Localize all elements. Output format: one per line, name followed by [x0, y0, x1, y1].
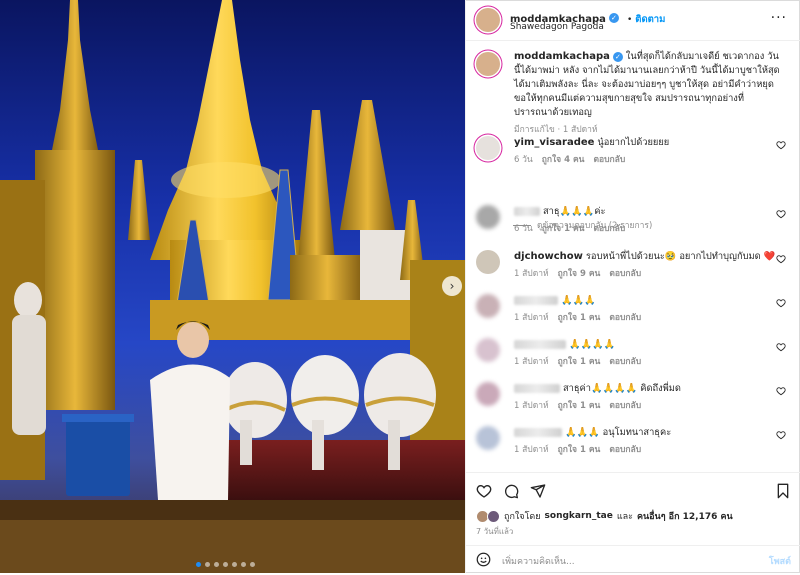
author-avatar[interactable]	[476, 8, 500, 32]
comment-time: 1 สัปดาห์	[514, 269, 549, 279]
comment-icon[interactable]	[503, 483, 519, 499]
liked-mid: และ	[616, 512, 633, 522]
carousel-dot	[223, 562, 228, 567]
comment-username[interactable]: yim_visaradee	[514, 137, 594, 148]
caption-username[interactable]: moddamkachapa	[514, 51, 610, 62]
comment-username[interactable]: djchowchow	[514, 251, 583, 262]
post-header: moddamkachapa ✓ • ติดตาม Shawedagon Pagoda…	[466, 0, 800, 41]
comment-text: สาธุค่า🙏🙏🙏🙏 คิดถึงพี่มด	[562, 383, 681, 394]
blurred-username	[514, 384, 560, 393]
carousel-dot	[232, 562, 237, 567]
liked-others[interactable]: คนอื่นๆ อีก 12,176 คน	[637, 509, 733, 523]
liked-user[interactable]: songkarn_tae	[545, 511, 613, 521]
commenter-avatar[interactable]	[476, 382, 500, 406]
carousel-indicator	[196, 562, 255, 567]
reply-button[interactable]: ตอบกลับ	[593, 155, 625, 165]
commenter-avatar[interactable]	[476, 338, 500, 362]
reply-button[interactable]: ตอบกลับ	[609, 269, 641, 279]
comment-time: 1 สัปดาห์	[514, 357, 549, 367]
reply-button[interactable]: ตอบกลับ	[609, 313, 641, 323]
heart-icon[interactable]	[776, 140, 786, 150]
reply-button[interactable]: ตอบกลับ	[593, 224, 625, 234]
post-time: 7 วันที่แล้ว	[476, 527, 514, 536]
commenter-avatar[interactable]	[476, 205, 500, 229]
comment-item: djchowchow รอบหน้าพี่ไปด้วยนะ🥹 อยากไปทำบ…	[476, 250, 786, 290]
chevron-right-icon: ›	[449, 279, 455, 293]
blurred-username	[514, 296, 558, 305]
comment-time: 6 วัน	[514, 224, 533, 234]
comment-item: 🙏🙏🙏 อนุโมทนาสาธุคะ 1 สัปดาห์ ถูกใจ 1 คน ตอ…	[476, 426, 786, 466]
reply-button[interactable]: ตอบกลับ	[609, 401, 641, 411]
follow-button[interactable]: ติดตาม	[635, 14, 665, 25]
heart-icon[interactable]	[776, 430, 786, 440]
commenter-avatar[interactable]	[476, 136, 500, 160]
comment-likes[interactable]: ถูกใจ 1 คน	[558, 357, 601, 367]
heart-icon[interactable]	[776, 254, 786, 264]
carousel-dot	[241, 562, 246, 567]
comment-text: 🙏🙏🙏 อนุโมทนาสาธุคะ	[564, 427, 672, 438]
comment-likes[interactable]: ถูกใจ 1 คน	[558, 313, 601, 323]
comment-likes[interactable]: ถูกใจ 1 คน	[542, 224, 585, 234]
heart-icon[interactable]	[476, 483, 492, 499]
post-photo[interactable]: ›	[0, 0, 465, 573]
blurred-username	[514, 207, 540, 216]
comment-likes[interactable]: ถูกใจ 1 คน	[558, 445, 601, 455]
caption-meta: มีการแก้ไข · 1 สัปดาห์	[514, 125, 598, 135]
reply-button[interactable]: ตอบกลับ	[609, 445, 641, 455]
comment-time: 1 สัปดาห์	[514, 313, 549, 323]
more-horizontal-icon[interactable]: ···	[771, 10, 787, 26]
blurred-username	[514, 428, 562, 437]
carousel-dot	[205, 562, 210, 567]
comment-likes[interactable]: ถูกใจ 9 คน	[558, 269, 601, 279]
comment-input[interactable]: เพิ่มความคิดเห็น...	[502, 554, 575, 568]
carousel-dot	[196, 562, 201, 567]
author-avatar[interactable]	[476, 52, 500, 76]
carousel-dot	[250, 562, 255, 567]
comment-likes[interactable]: ถูกใจ 4 คน	[542, 155, 585, 165]
heart-icon[interactable]	[776, 386, 786, 396]
carousel-dot	[214, 562, 219, 567]
likes-summary[interactable]: ถูกใจโดย songkarn_tae และ คนอื่นๆ อีก 12…	[476, 509, 733, 523]
reply-button[interactable]: ตอบกลับ	[609, 357, 641, 367]
comment-likes[interactable]: ถูกใจ 1 คน	[558, 401, 601, 411]
location-link[interactable]: Shawedagon Pagoda	[510, 22, 604, 32]
comment-time: 6 วัน	[514, 155, 533, 165]
heart-icon[interactable]	[776, 342, 786, 352]
comment-item: 🙏🙏🙏 1 สัปดาห์ ถูกใจ 1 คน ตอบกลับ	[476, 294, 786, 334]
comment-text: สาธุ🙏🙏🙏ค่ะ	[542, 206, 606, 217]
comment-time: 1 สัปดาห์	[514, 401, 549, 411]
heart-icon[interactable]	[776, 209, 786, 219]
comment-item: 🙏🙏🙏🙏 1 สัปดาห์ ถูกใจ 1 คน ตอบกลับ	[476, 338, 786, 378]
post-actions: ถูกใจโดย songkarn_tae และ คนอื่นๆ อีก 12…	[466, 472, 800, 574]
comments-list[interactable]: moddamkachapa ✓ ในที่สุดก็ได้กลับมาเจดีย์…	[466, 40, 800, 472]
blurred-username	[514, 340, 566, 349]
separator-dot: •	[626, 15, 633, 25]
commenter-avatar[interactable]	[476, 250, 500, 274]
verified-badge-icon: ✓	[612, 51, 623, 62]
comment-time: 1 สัปดาห์	[514, 445, 549, 455]
emoji-icon[interactable]	[476, 552, 491, 567]
pagoda-scene	[0, 0, 465, 573]
commenter-avatar[interactable]	[476, 294, 500, 318]
verified-badge-icon: ✓	[608, 12, 619, 23]
comment-item: yim_visaradee นู๋อยากไปด้วยยยย 6 วัน ถูกใ…	[476, 136, 786, 176]
comment-text: 🙏🙏🙏	[560, 295, 596, 306]
comment-text: นู๋อยากไปด้วยยยย	[597, 137, 670, 148]
heart-icon[interactable]	[776, 298, 786, 308]
share-icon[interactable]	[530, 483, 546, 499]
commenter-avatar[interactable]	[476, 426, 500, 450]
caption: moddamkachapa ✓ ในที่สุดก็ได้กลับมาเจดีย์…	[476, 50, 786, 135]
post-side-panel: moddamkachapa ✓ • ติดตาม Shawedagon Pagoda…	[465, 0, 800, 573]
comment-item: สาธุค่า🙏🙏🙏🙏 คิดถึงพี่มด 1 สัปดาห์ ถูกใจ 1…	[476, 382, 786, 422]
comment-text: รอบหน้าพี่ไปด้วยนะ🥹 อยากไปทำบุญกับมด ❤️	[585, 251, 776, 262]
comment-item: สาธุ🙏🙏🙏ค่ะ 6 วัน ถูกใจ 1 คน ตอบกลับ	[476, 205, 786, 245]
liker-avatar	[487, 509, 500, 523]
bookmark-icon[interactable]	[775, 483, 791, 499]
comment-text: 🙏🙏🙏🙏	[568, 339, 616, 350]
post-comment-button[interactable]: โพสต์	[769, 554, 791, 568]
next-image-button[interactable]: ›	[442, 276, 462, 296]
add-comment-bar: เพิ่มความคิดเห็น... โพสต์	[466, 545, 800, 575]
liked-prefix: ถูกใจโดย	[504, 512, 541, 522]
